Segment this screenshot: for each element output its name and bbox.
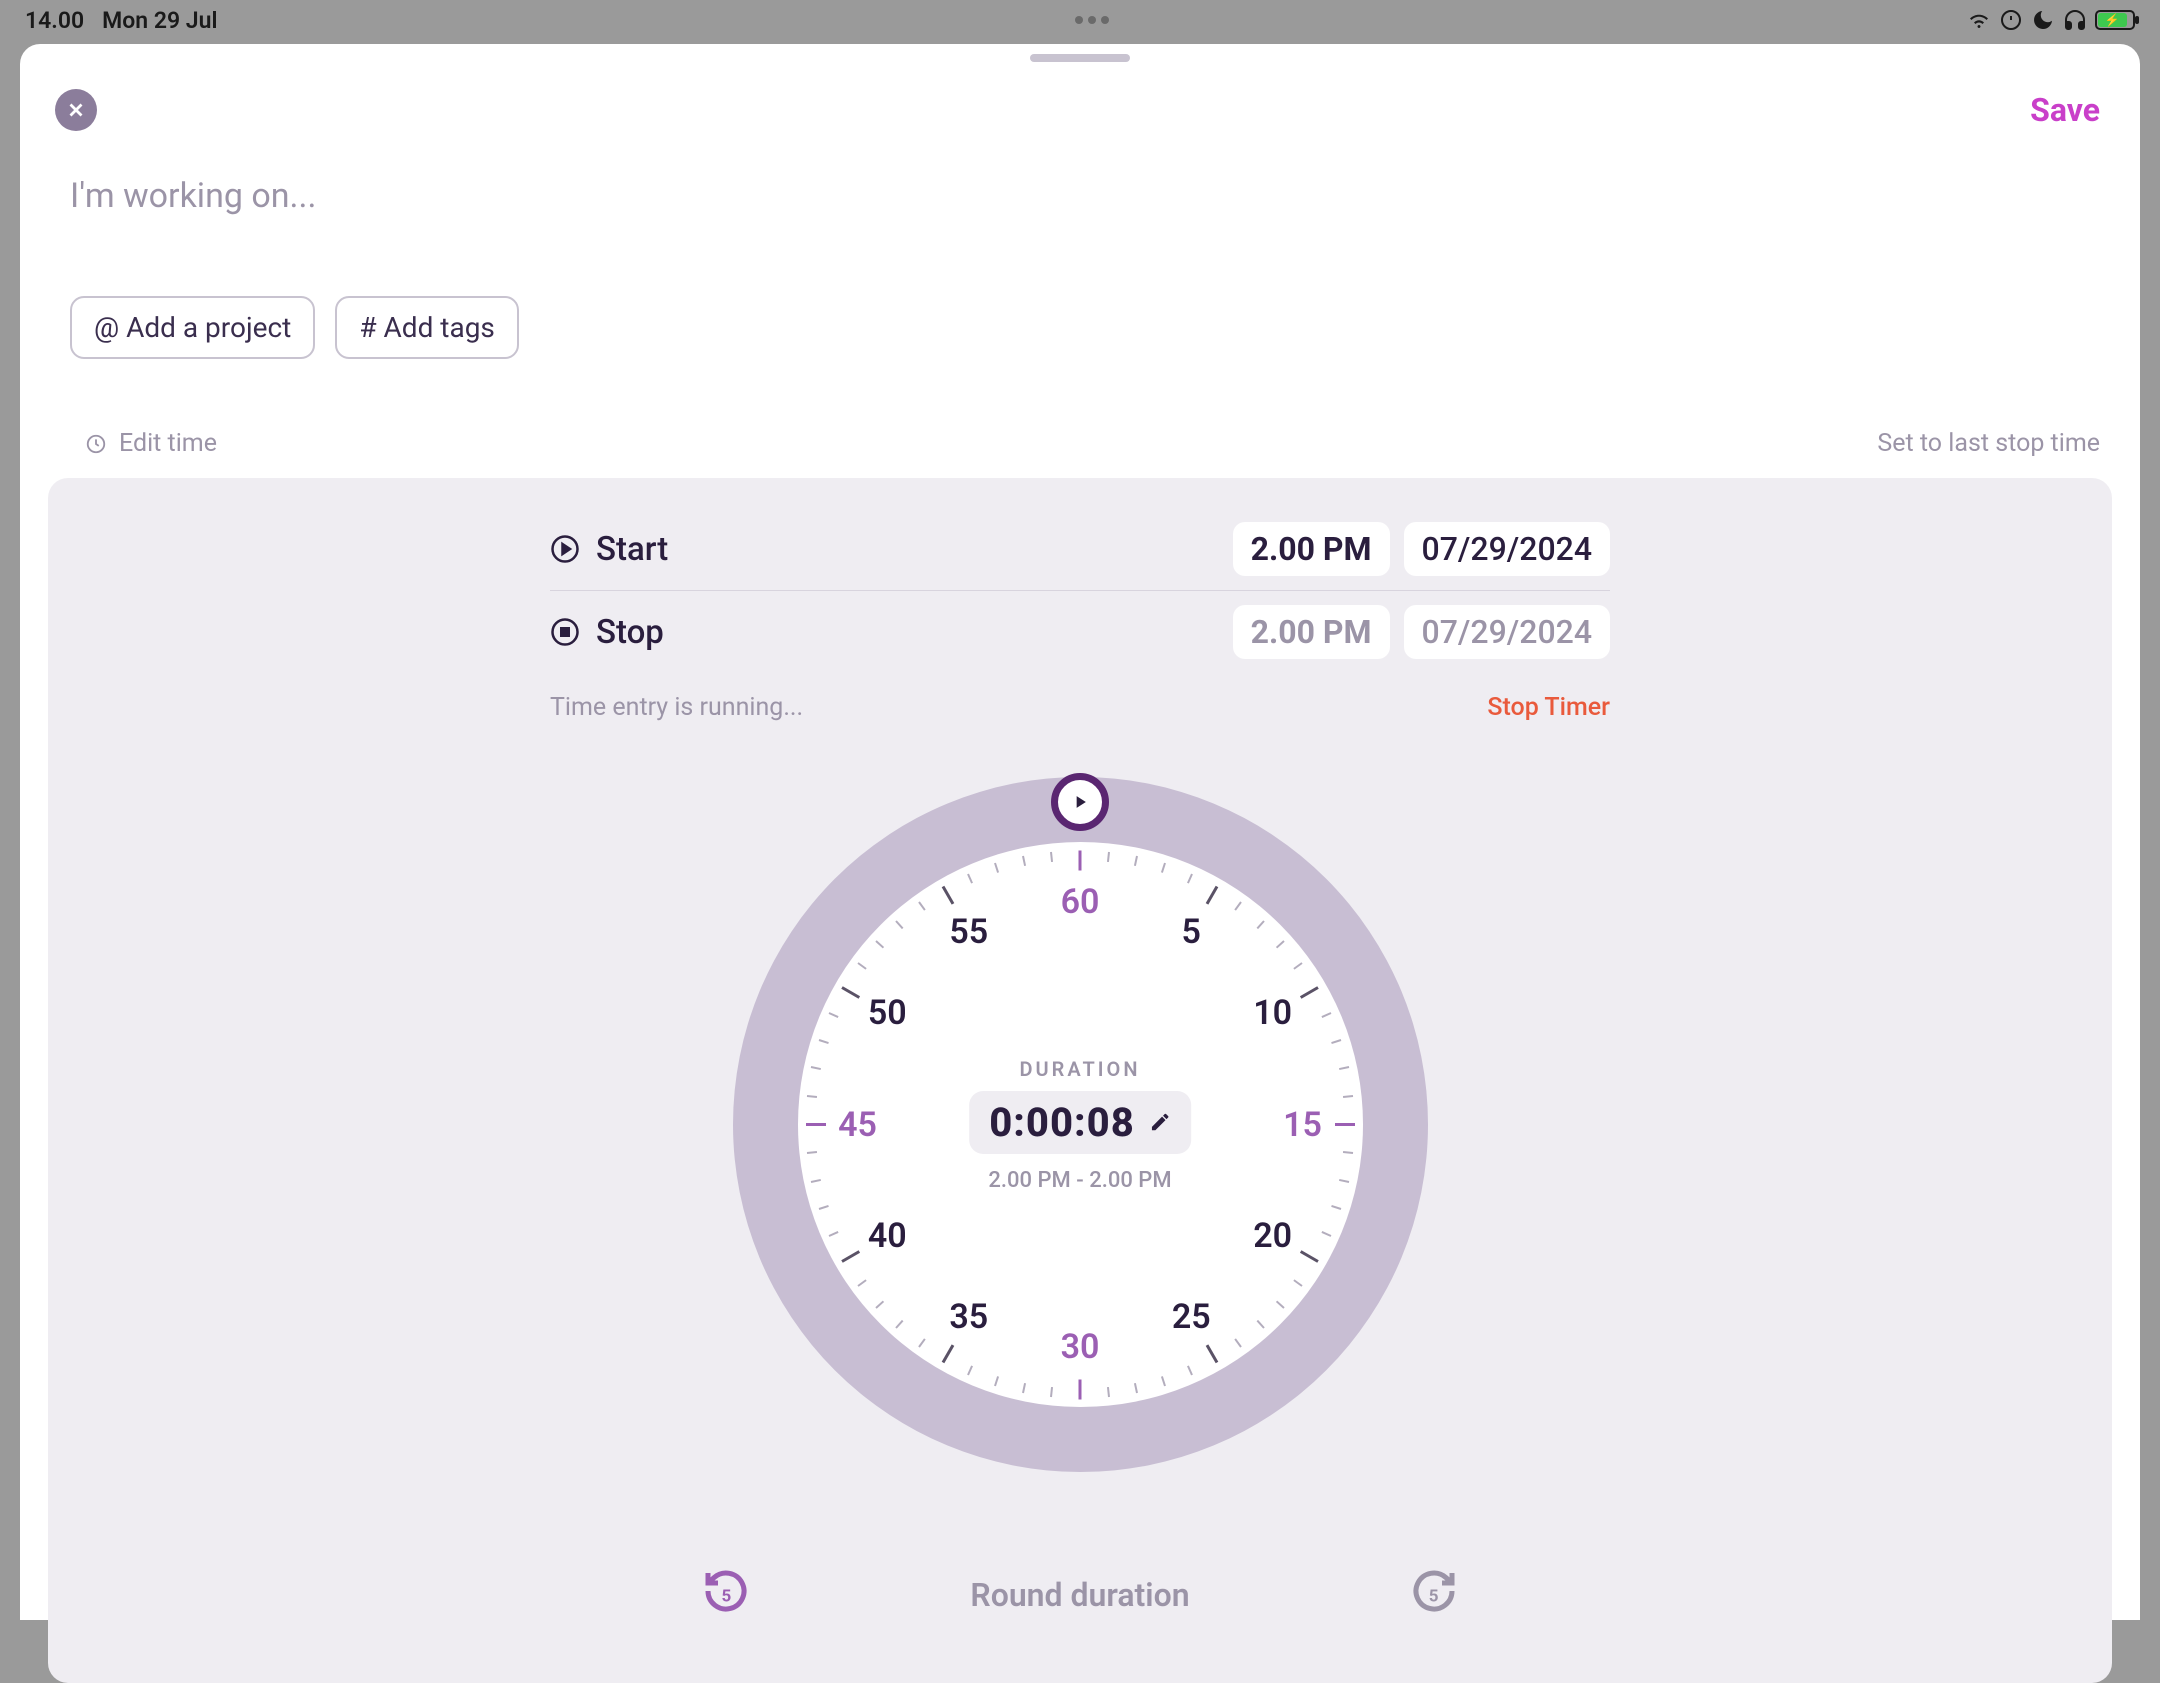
running-status: Time entry is running...	[550, 693, 803, 722]
duration-range: 2.00 PM - 2.00 PM	[988, 1168, 1171, 1193]
ios-status-bar: 14.00 Mon 29 Jul ⚡	[0, 0, 2160, 40]
stop-timer-button[interactable]: Stop Timer	[1487, 693, 1610, 722]
clock-number-60: 60	[1061, 882, 1100, 922]
stop-circle-icon	[550, 617, 580, 647]
play-circle-icon	[550, 534, 580, 564]
status-date: Mon 29 Jul	[102, 7, 217, 34]
round-forward-button[interactable]: 5	[1410, 1567, 1458, 1623]
description-input[interactable]: I'm working on...	[20, 131, 2140, 216]
stop-time-pill[interactable]: 2.00 PM	[1233, 605, 1390, 659]
clock-number-5: 5	[1182, 912, 1201, 952]
clock-number-50: 50	[868, 993, 907, 1033]
clock-number-10: 10	[1253, 993, 1292, 1033]
wifi-icon	[1967, 8, 1991, 32]
clock-number-55: 55	[949, 912, 988, 952]
clock-number-35: 35	[949, 1297, 988, 1337]
play-icon	[1070, 792, 1090, 812]
clock-number-40: 40	[868, 1216, 907, 1256]
clock-number-30: 30	[1061, 1327, 1100, 1367]
duration-button[interactable]: 0:00:08	[969, 1091, 1191, 1154]
round-duration-label: Round duration	[970, 1576, 1189, 1614]
close-icon	[65, 99, 87, 121]
duration-label: DURATION	[1020, 1057, 1141, 1081]
set-last-stop-button[interactable]: Set to last stop time	[1877, 429, 2100, 458]
close-button[interactable]	[55, 89, 97, 131]
pencil-icon	[1149, 1111, 1171, 1133]
clock-number-20: 20	[1253, 1216, 1292, 1256]
start-row: Start 2.00 PM 07/29/2024	[550, 508, 1610, 591]
stop-date-pill[interactable]: 07/29/2024	[1404, 605, 1610, 659]
clock-number-25: 25	[1172, 1297, 1211, 1337]
save-button[interactable]: Save	[2030, 91, 2100, 129]
drag-handle[interactable]	[1030, 54, 1130, 62]
rotation-lock-icon	[1999, 8, 2023, 32]
battery-icon: ⚡	[2095, 10, 2135, 30]
stop-row: Stop 2.00 PM 07/29/2024	[550, 591, 1610, 673]
clock-number-15: 15	[1283, 1105, 1322, 1145]
clock-thumb-start[interactable]	[1051, 773, 1109, 831]
headphones-icon	[2063, 8, 2087, 32]
duration-value: 0:00:08	[989, 1099, 1135, 1146]
status-time: 14.00	[25, 7, 84, 34]
clock-number-45: 45	[838, 1105, 877, 1145]
time-panel: Start 2.00 PM 07/29/2024 Stop 2.00 PM 07…	[48, 478, 2112, 1683]
moon-icon	[2031, 8, 2055, 32]
round-back-button[interactable]: 5	[702, 1567, 750, 1623]
sheet-panel: Save I'm working on... @ Add a project #…	[20, 44, 2140, 1620]
duration-clock[interactable]: DURATION 0:00:08 2.00 PM - 2.00 PM 60 5 10…	[733, 777, 1428, 1472]
clock-icon	[85, 433, 107, 455]
edit-time-label: Edit time	[119, 429, 217, 458]
edit-time-button[interactable]: Edit time	[85, 429, 217, 458]
stop-label: Stop	[596, 613, 664, 652]
multitask-dots[interactable]	[1075, 16, 1109, 24]
start-date-pill[interactable]: 07/29/2024	[1404, 522, 1610, 576]
add-tags-button[interactable]: # Add tags	[335, 296, 519, 359]
add-project-button[interactable]: @ Add a project	[70, 296, 315, 359]
start-time-pill[interactable]: 2.00 PM	[1233, 522, 1390, 576]
start-label: Start	[596, 530, 668, 569]
